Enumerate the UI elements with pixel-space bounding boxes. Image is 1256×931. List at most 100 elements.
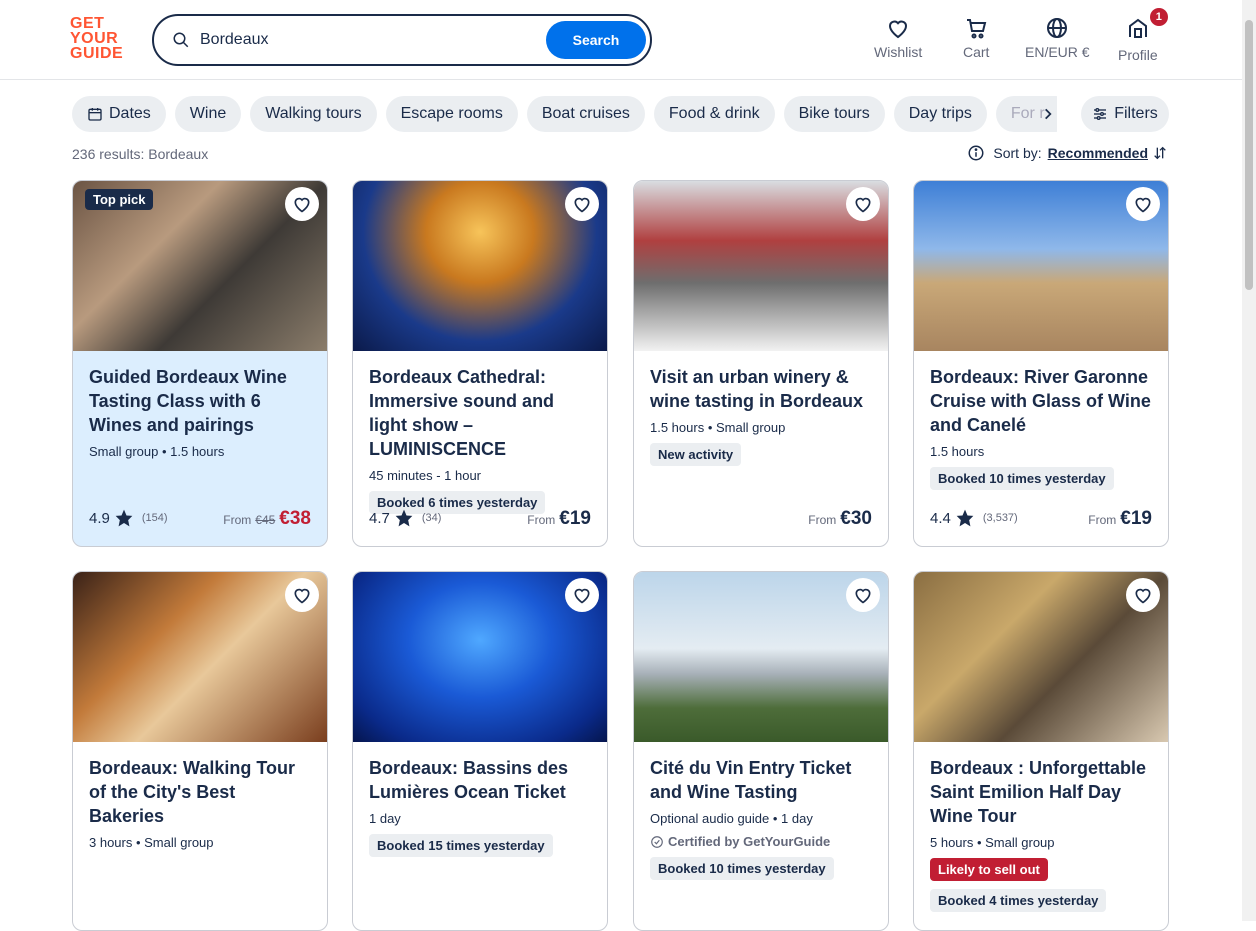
heart-icon bbox=[294, 197, 310, 213]
locale-link[interactable]: EN/EUR € bbox=[1025, 16, 1090, 64]
booked-tag: Booked 10 times yesterday bbox=[930, 467, 1114, 490]
price: From €30 bbox=[808, 508, 872, 530]
price-value: €19 bbox=[1120, 508, 1152, 529]
results-count: 236 results: Bordeaux bbox=[72, 146, 209, 162]
chips-next-button[interactable] bbox=[1036, 100, 1060, 128]
globe-icon bbox=[1047, 18, 1068, 38]
activity-title[interactable]: Bordeaux: River Garonne Cruise with Glas… bbox=[930, 365, 1152, 437]
rating: 4.9 (154) bbox=[89, 508, 168, 528]
activity-image[interactable] bbox=[634, 572, 888, 742]
heart-icon bbox=[889, 20, 908, 39]
activity-card[interactable]: Bordeaux Cathedral: Immersive sound and … bbox=[352, 180, 608, 547]
logo[interactable]: GET YOUR GUIDE bbox=[70, 16, 130, 64]
activity-image[interactable]: Top pick bbox=[73, 181, 327, 351]
activity-title[interactable]: Cité du Vin Entry Ticket and Wine Tastin… bbox=[650, 756, 872, 804]
activity-meta: 1.5 hours • Small group bbox=[650, 420, 786, 435]
activity-title[interactable]: Guided Bordeaux Wine Tasting Class with … bbox=[89, 365, 311, 437]
heart-icon bbox=[855, 197, 871, 213]
chip-dates[interactable]: Dates bbox=[72, 96, 166, 132]
booked-tag: Booked 4 times yesterday bbox=[930, 889, 1107, 912]
booked-tag: Booked 15 times yesterday bbox=[369, 834, 553, 857]
price: From €19 bbox=[1088, 508, 1152, 530]
cart-icon bbox=[967, 19, 987, 39]
wishlist-button[interactable] bbox=[285, 187, 319, 221]
price: From €45 €38 bbox=[223, 508, 311, 530]
star-icon bbox=[115, 509, 133, 527]
cart-link[interactable]: Cart bbox=[963, 16, 989, 64]
top-pick-badge: Top pick bbox=[85, 189, 154, 210]
profile-label: Profile bbox=[1118, 47, 1158, 63]
cart-label: Cart bbox=[963, 44, 990, 60]
chip-food-drink[interactable]: Food & drink bbox=[653, 96, 775, 132]
activity-card[interactable]: Top pick Guided Bordeaux Wine Tasting Cl… bbox=[72, 180, 328, 547]
activity-meta: 1.5 hours bbox=[930, 444, 985, 459]
card-body: Guided Bordeaux Wine Tasting Class with … bbox=[73, 351, 327, 546]
activity-title[interactable]: Bordeaux: Walking Tour of the City's Bes… bbox=[89, 756, 311, 828]
activity-meta: 5 hours • Small group bbox=[930, 835, 1055, 850]
card-body: Bordeaux Cathedral: Immersive sound and … bbox=[353, 351, 607, 546]
wishlist-button[interactable] bbox=[1126, 187, 1160, 221]
activity-image[interactable] bbox=[914, 181, 1168, 351]
activity-card[interactable]: Bordeaux : Unforgettable Saint Emilion H… bbox=[913, 571, 1169, 931]
search-button[interactable]: Search bbox=[546, 21, 646, 59]
heart-icon bbox=[1135, 588, 1151, 604]
wishlist-link[interactable]: Wishlist bbox=[874, 16, 922, 64]
card-body: Bordeaux: River Garonne Cruise with Glas… bbox=[914, 351, 1168, 546]
info-icon[interactable] bbox=[967, 144, 985, 162]
activity-card[interactable]: Visit an urban winery & wine tasting in … bbox=[633, 180, 889, 547]
heart-icon bbox=[294, 588, 310, 604]
review-count: (34) bbox=[421, 512, 442, 524]
search-input[interactable] bbox=[200, 31, 530, 49]
price-value: €19 bbox=[559, 508, 591, 529]
search-bar: Search bbox=[152, 14, 652, 66]
filters-button[interactable]: Filters bbox=[1081, 96, 1169, 132]
review-count: (3,537) bbox=[982, 512, 1018, 524]
wishlist-button[interactable] bbox=[285, 578, 319, 612]
wishlist-button[interactable] bbox=[565, 578, 599, 612]
activity-card[interactable]: Bordeaux: Bassins des Lumières Ocean Tic… bbox=[352, 571, 608, 931]
heart-icon bbox=[574, 197, 590, 213]
card-body: Visit an urban winery & wine tasting in … bbox=[634, 351, 888, 546]
activity-image[interactable] bbox=[634, 181, 888, 351]
sell-out-tag: Likely to sell out bbox=[930, 858, 1048, 881]
wishlist-label: Wishlist bbox=[874, 44, 923, 60]
wishlist-button[interactable] bbox=[1126, 578, 1160, 612]
certified-label: Certified by GetYourGuide bbox=[650, 834, 872, 849]
card-body: Cité du Vin Entry Ticket and Wine Tastin… bbox=[634, 742, 888, 930]
activity-title[interactable]: Bordeaux: Bassins des Lumières Ocean Tic… bbox=[369, 756, 591, 804]
chevron-right-icon bbox=[1045, 108, 1052, 120]
activity-image[interactable] bbox=[353, 181, 607, 351]
scrollbar-thumb[interactable] bbox=[1245, 20, 1253, 290]
sliders-icon bbox=[1094, 108, 1107, 120]
activity-title[interactable]: Visit an urban winery & wine tasting in … bbox=[650, 365, 872, 413]
chip-walking-tours[interactable]: Walking tours bbox=[250, 96, 377, 132]
page-scrollbar[interactable] bbox=[1242, 0, 1256, 921]
chip-day-trips[interactable]: Day trips bbox=[893, 96, 987, 132]
rating-value: 4.9 bbox=[89, 509, 110, 527]
rating-value: 4.7 bbox=[369, 509, 390, 527]
activity-meta: Optional audio guide • 1 day bbox=[650, 811, 813, 826]
activity-title[interactable]: Bordeaux Cathedral: Immersive sound and … bbox=[369, 365, 591, 461]
sort-dropdown[interactable]: Recommended bbox=[1048, 145, 1148, 161]
activity-image[interactable] bbox=[73, 572, 327, 742]
activity-card[interactable]: Bordeaux: River Garonne Cruise with Glas… bbox=[913, 180, 1169, 547]
chip-wine[interactable]: Wine bbox=[174, 96, 242, 132]
new-activity-tag: New activity bbox=[650, 443, 742, 466]
chip-boat-cruises[interactable]: Boat cruises bbox=[526, 96, 645, 132]
check-circle-icon bbox=[651, 835, 663, 848]
wishlist-button[interactable] bbox=[846, 578, 880, 612]
search-icon bbox=[173, 32, 189, 48]
profile-link[interactable]: 1 Profile bbox=[1118, 8, 1168, 64]
activity-image[interactable] bbox=[914, 572, 1168, 742]
activity-meta: Small group • 1.5 hours bbox=[89, 444, 225, 459]
wishlist-button[interactable] bbox=[846, 187, 880, 221]
chip-escape-rooms[interactable]: Escape rooms bbox=[385, 96, 518, 132]
activity-title[interactable]: Bordeaux : Unforgettable Saint Emilion H… bbox=[930, 756, 1152, 828]
activity-card[interactable]: Cité du Vin Entry Ticket and Wine Tastin… bbox=[633, 571, 889, 931]
wishlist-button[interactable] bbox=[565, 187, 599, 221]
activity-image[interactable] bbox=[353, 572, 607, 742]
chip-bike-tours[interactable]: Bike tours bbox=[783, 96, 885, 132]
activity-card[interactable]: Bordeaux: Walking Tour of the City's Bes… bbox=[72, 571, 328, 931]
sort-arrows-icon[interactable] bbox=[1152, 145, 1168, 161]
chip-label: Dates bbox=[109, 105, 151, 122]
